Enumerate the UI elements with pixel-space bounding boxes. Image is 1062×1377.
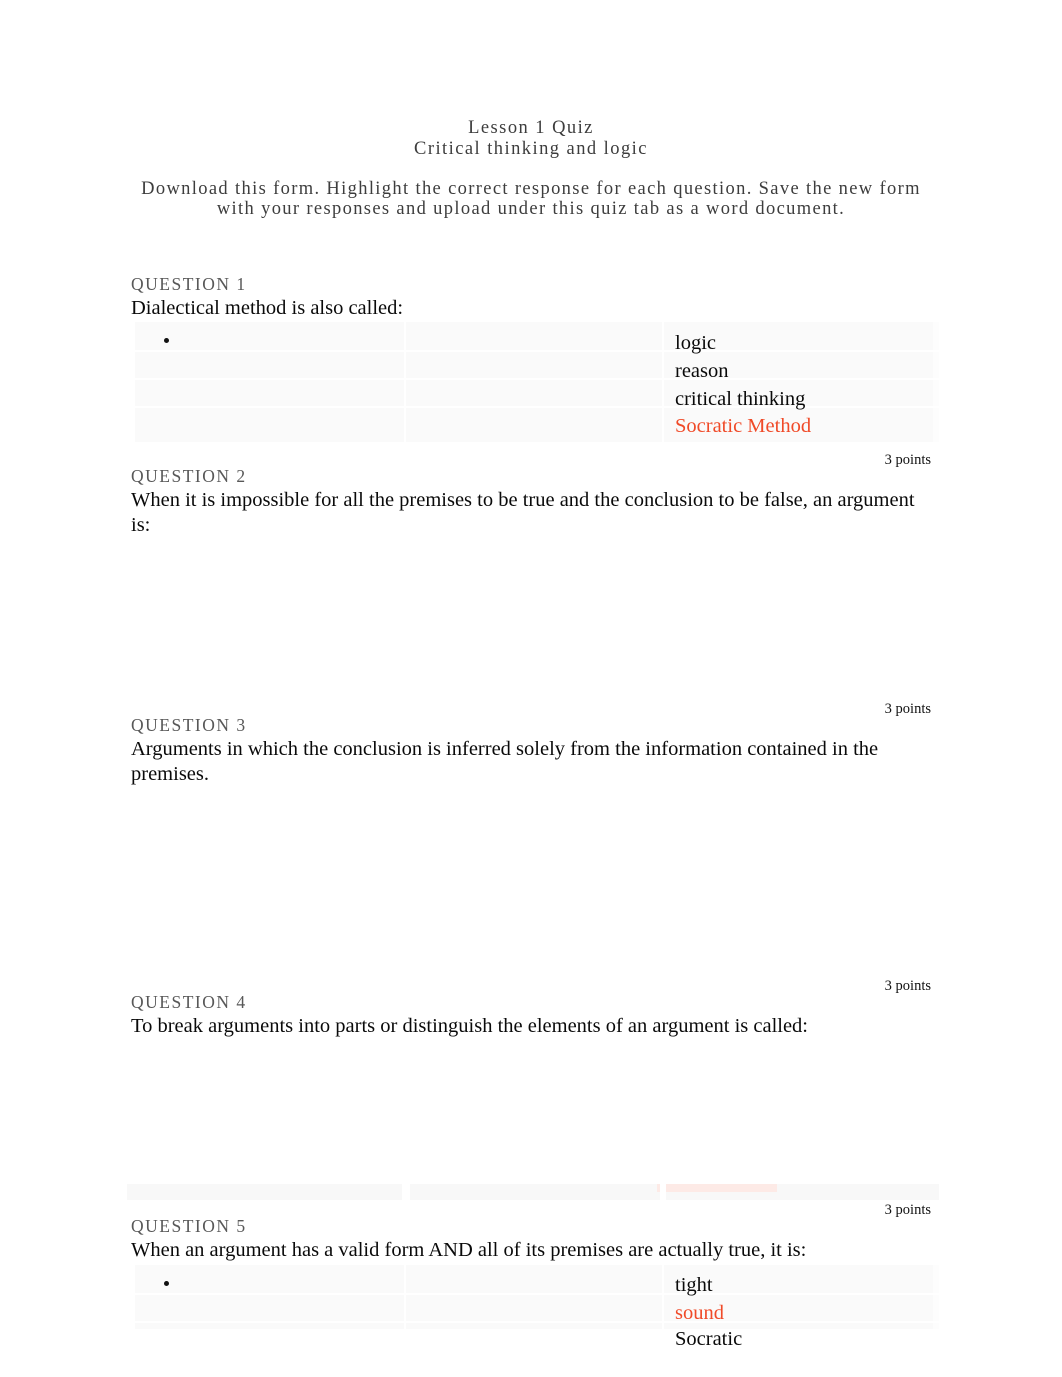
answer-option[interactable]: logic — [675, 331, 716, 355]
question-text-5: When an argument has a valid form AND al… — [131, 1239, 807, 1261]
question-text-2: When it is impossible for all the premis… — [131, 489, 915, 536]
table-row-divider — [127, 406, 939, 408]
document-subtitle: Critical thinking and logic — [414, 139, 648, 159]
answer-option[interactable]: reason — [675, 359, 729, 383]
question-label-1: QUESTION 1 — [131, 274, 247, 294]
question-label-2: QUESTION 2 — [131, 466, 247, 486]
option-bullet-icon — [164, 1281, 169, 1286]
question-label-5: QUESTION 5 — [131, 1216, 247, 1236]
question-block-5: QUESTION 5 When an argument has a valid … — [131, 1216, 931, 1263]
question-block-4: QUESTION 4 To break arguments into parts… — [131, 992, 931, 1039]
band-pink-wash — [657, 1184, 777, 1192]
table-row-divider — [127, 1321, 939, 1323]
document-instructions: Download this form. Highlight the correc… — [141, 179, 921, 219]
question-block-3: QUESTION 3 Arguments in which the conclu… — [131, 715, 931, 786]
partial-answer-table-band — [127, 1184, 939, 1200]
quiz-document-page: Lesson 1 Quiz Critical thinking and logi… — [0, 0, 1062, 1377]
document-title: Lesson 1 Quiz — [468, 118, 594, 138]
question-label-4: QUESTION 4 — [131, 992, 247, 1012]
table-column-divider — [662, 1265, 664, 1329]
question-text-1: Dialectical method is also called: — [131, 297, 404, 319]
table-right-pad — [933, 322, 939, 442]
answer-option[interactable]: Socratic — [675, 1327, 742, 1351]
option-bullet-icon — [164, 338, 169, 343]
answer-option[interactable]: tight — [675, 1273, 713, 1297]
question-block-2: QUESTION 2 When it is impossible for all… — [131, 466, 931, 537]
table-row-divider — [127, 350, 939, 352]
table-left-pad — [127, 1265, 135, 1329]
answer-table-1 — [127, 322, 939, 442]
table-column-divider — [404, 322, 406, 442]
question-text-3: Arguments in which the conclusion is inf… — [131, 738, 879, 785]
answer-option-highlighted[interactable]: sound — [675, 1301, 724, 1325]
answer-table-5 — [127, 1265, 939, 1329]
table-column-divider — [662, 322, 664, 442]
answer-option[interactable]: critical thinking — [675, 387, 805, 411]
band-column-gap — [402, 1184, 410, 1200]
table-right-pad — [933, 1265, 939, 1329]
document-header: Lesson 1 Quiz Critical thinking and logi… — [131, 118, 931, 160]
answer-option-highlighted[interactable]: Socratic Method — [675, 414, 811, 438]
table-row-divider — [127, 378, 939, 380]
table-row-divider — [127, 1293, 939, 1295]
question-text-4: To break arguments into parts or disting… — [131, 1015, 809, 1037]
table-column-divider — [404, 1265, 406, 1329]
band-column-gap — [660, 1184, 666, 1200]
question-label-3: QUESTION 3 — [131, 715, 247, 735]
question-block-1: QUESTION 1 Dialectical method is also ca… — [131, 274, 931, 321]
table-left-pad — [127, 322, 135, 442]
